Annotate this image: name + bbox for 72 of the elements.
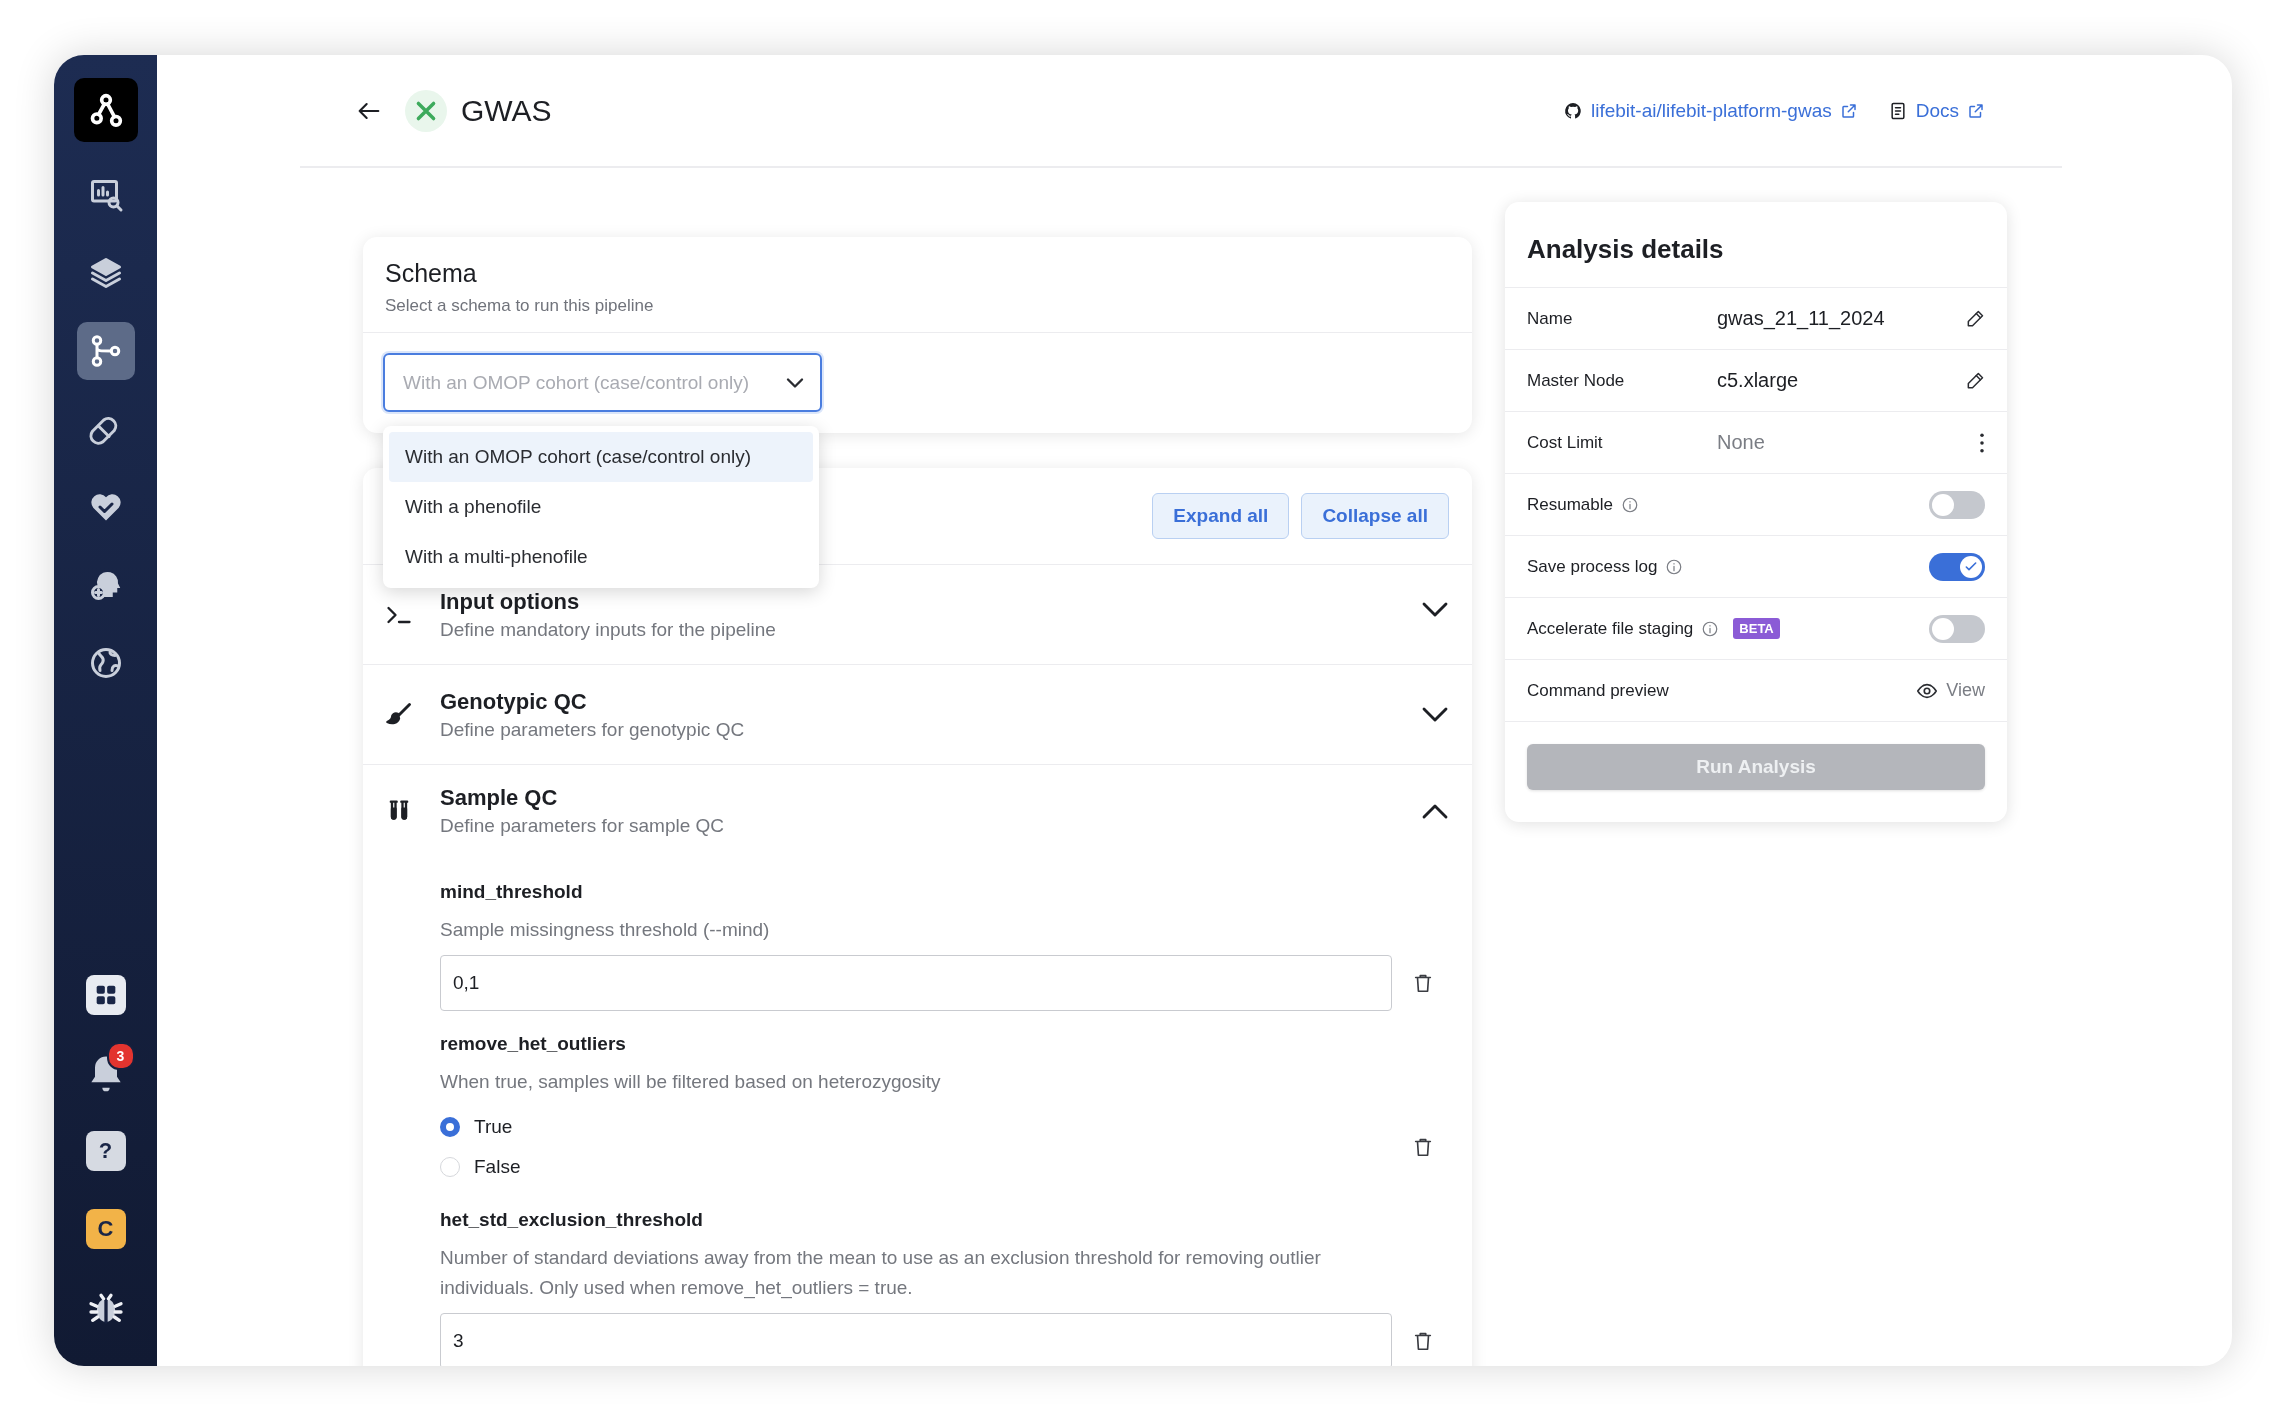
help-label: ? [85, 1131, 126, 1171]
radio-label: True [474, 1116, 513, 1138]
chevron-up-icon[interactable] [1424, 805, 1446, 817]
beta-badge: BETA [1733, 618, 1780, 639]
link[interactable]: lifebit-ai/lifebit-platform-gwas [1562, 99, 1858, 122]
field-description: When true, samples will be filtered based on heterozygosity [440, 1070, 942, 1094]
toggle-switch[interactable] [1929, 490, 1985, 519]
notifications-button[interactable]: 3 [76, 1044, 135, 1102]
pencil-icon [1965, 308, 1985, 329]
toggle-switch[interactable] [1929, 552, 1985, 581]
edit-button[interactable] [1965, 308, 1985, 329]
page-title: GWAS [461, 93, 552, 128]
detail-value: None [1717, 431, 1766, 454]
section-title: Sample QC [440, 785, 559, 811]
chevron-down-icon [788, 378, 802, 387]
dropdown-option[interactable]: With a phenofile [389, 482, 813, 532]
avatar-initial: C [85, 1209, 126, 1249]
detail-value: gwas_21_11_2024 [1717, 307, 1886, 330]
detail-label: Command preview [1527, 680, 1670, 701]
view-button[interactable]: View [1916, 679, 1985, 702]
dropdown-option[interactable]: With a multi-phenofile [389, 532, 813, 582]
radio-label: False [474, 1156, 521, 1178]
more-button[interactable] [1979, 432, 1985, 453]
pencil-icon [1965, 370, 1985, 391]
card-title: Analysis details [1505, 202, 2007, 288]
delete-button[interactable] [1412, 1136, 1434, 1158]
toggle-all-button[interactable]: Collapse all [1301, 493, 1449, 539]
info-icon [1621, 495, 1639, 514]
field-description: Sample missingness threshold (--mind) [440, 918, 771, 942]
section-subtitle: Define mandatory inputs for the pipeline [440, 618, 777, 641]
radio-button[interactable] [440, 1117, 460, 1137]
input-field[interactable]: 3 [440, 1313, 1392, 1366]
field-label: het_std_exclusion_threshold [440, 1209, 704, 1231]
external-link-icon [1839, 101, 1858, 120]
field-label: mind_threshold [440, 881, 584, 903]
toggle-all-button[interactable]: Expand all [1152, 493, 1290, 539]
info-icon [1701, 619, 1720, 638]
detail-label: Accelerate file staging [1527, 618, 1694, 639]
detail-label: Save process log [1527, 556, 1658, 577]
delete-button[interactable] [1412, 972, 1434, 994]
card-subtitle: Select a schema to run this pipeline [385, 296, 655, 316]
sidebar-item[interactable] [76, 322, 135, 380]
github-icon [1562, 100, 1583, 121]
section-title: Genotypic QC [440, 688, 588, 715]
dropdown-option[interactable]: With an OMOP cohort (case/control only) [389, 432, 813, 482]
toggle-switch[interactable] [1929, 614, 1985, 643]
detail-label: Name [1527, 308, 1574, 329]
external-link-icon [1967, 101, 1985, 120]
notification-badge: 3 [106, 1042, 135, 1070]
trash-icon [1412, 1136, 1434, 1158]
detail-label: Cost Limit [1527, 432, 1604, 453]
card-title: Schema [385, 259, 478, 288]
trash-icon [1412, 972, 1434, 994]
detail-value: c5.xlarge [1717, 369, 1800, 392]
info-icon [1665, 557, 1684, 576]
network-logo[interactable] [73, 78, 138, 142]
section-title: Input options [440, 588, 581, 615]
section-subtitle: Define parameters for genotypic QC [440, 718, 746, 741]
field-description: Number of standard deviations away from the mean to use as an exclusion threshold for removing outlier individuals. Only used when remove_het_outliers = true. [440, 1246, 1322, 1301]
section-subtitle: Define parameters for sample QC [440, 815, 726, 837]
help-button[interactable]: ? [76, 1122, 135, 1180]
delete-button[interactable] [1412, 1330, 1434, 1352]
detail-label: Resumable [1527, 494, 1613, 515]
detail-label: Master Node [1527, 370, 1626, 391]
input-field[interactable]: 0,1 [440, 955, 1392, 1011]
link[interactable]: Docs [1887, 99, 1985, 122]
edit-button[interactable] [1965, 370, 1985, 391]
more-vertical-icon [1979, 432, 1985, 453]
field-label: remove_het_outliers [440, 1033, 627, 1055]
trash-icon [1412, 1330, 1434, 1352]
chevron-down-icon[interactable] [1424, 709, 1446, 720]
chevron-down-icon[interactable] [1424, 604, 1446, 615]
